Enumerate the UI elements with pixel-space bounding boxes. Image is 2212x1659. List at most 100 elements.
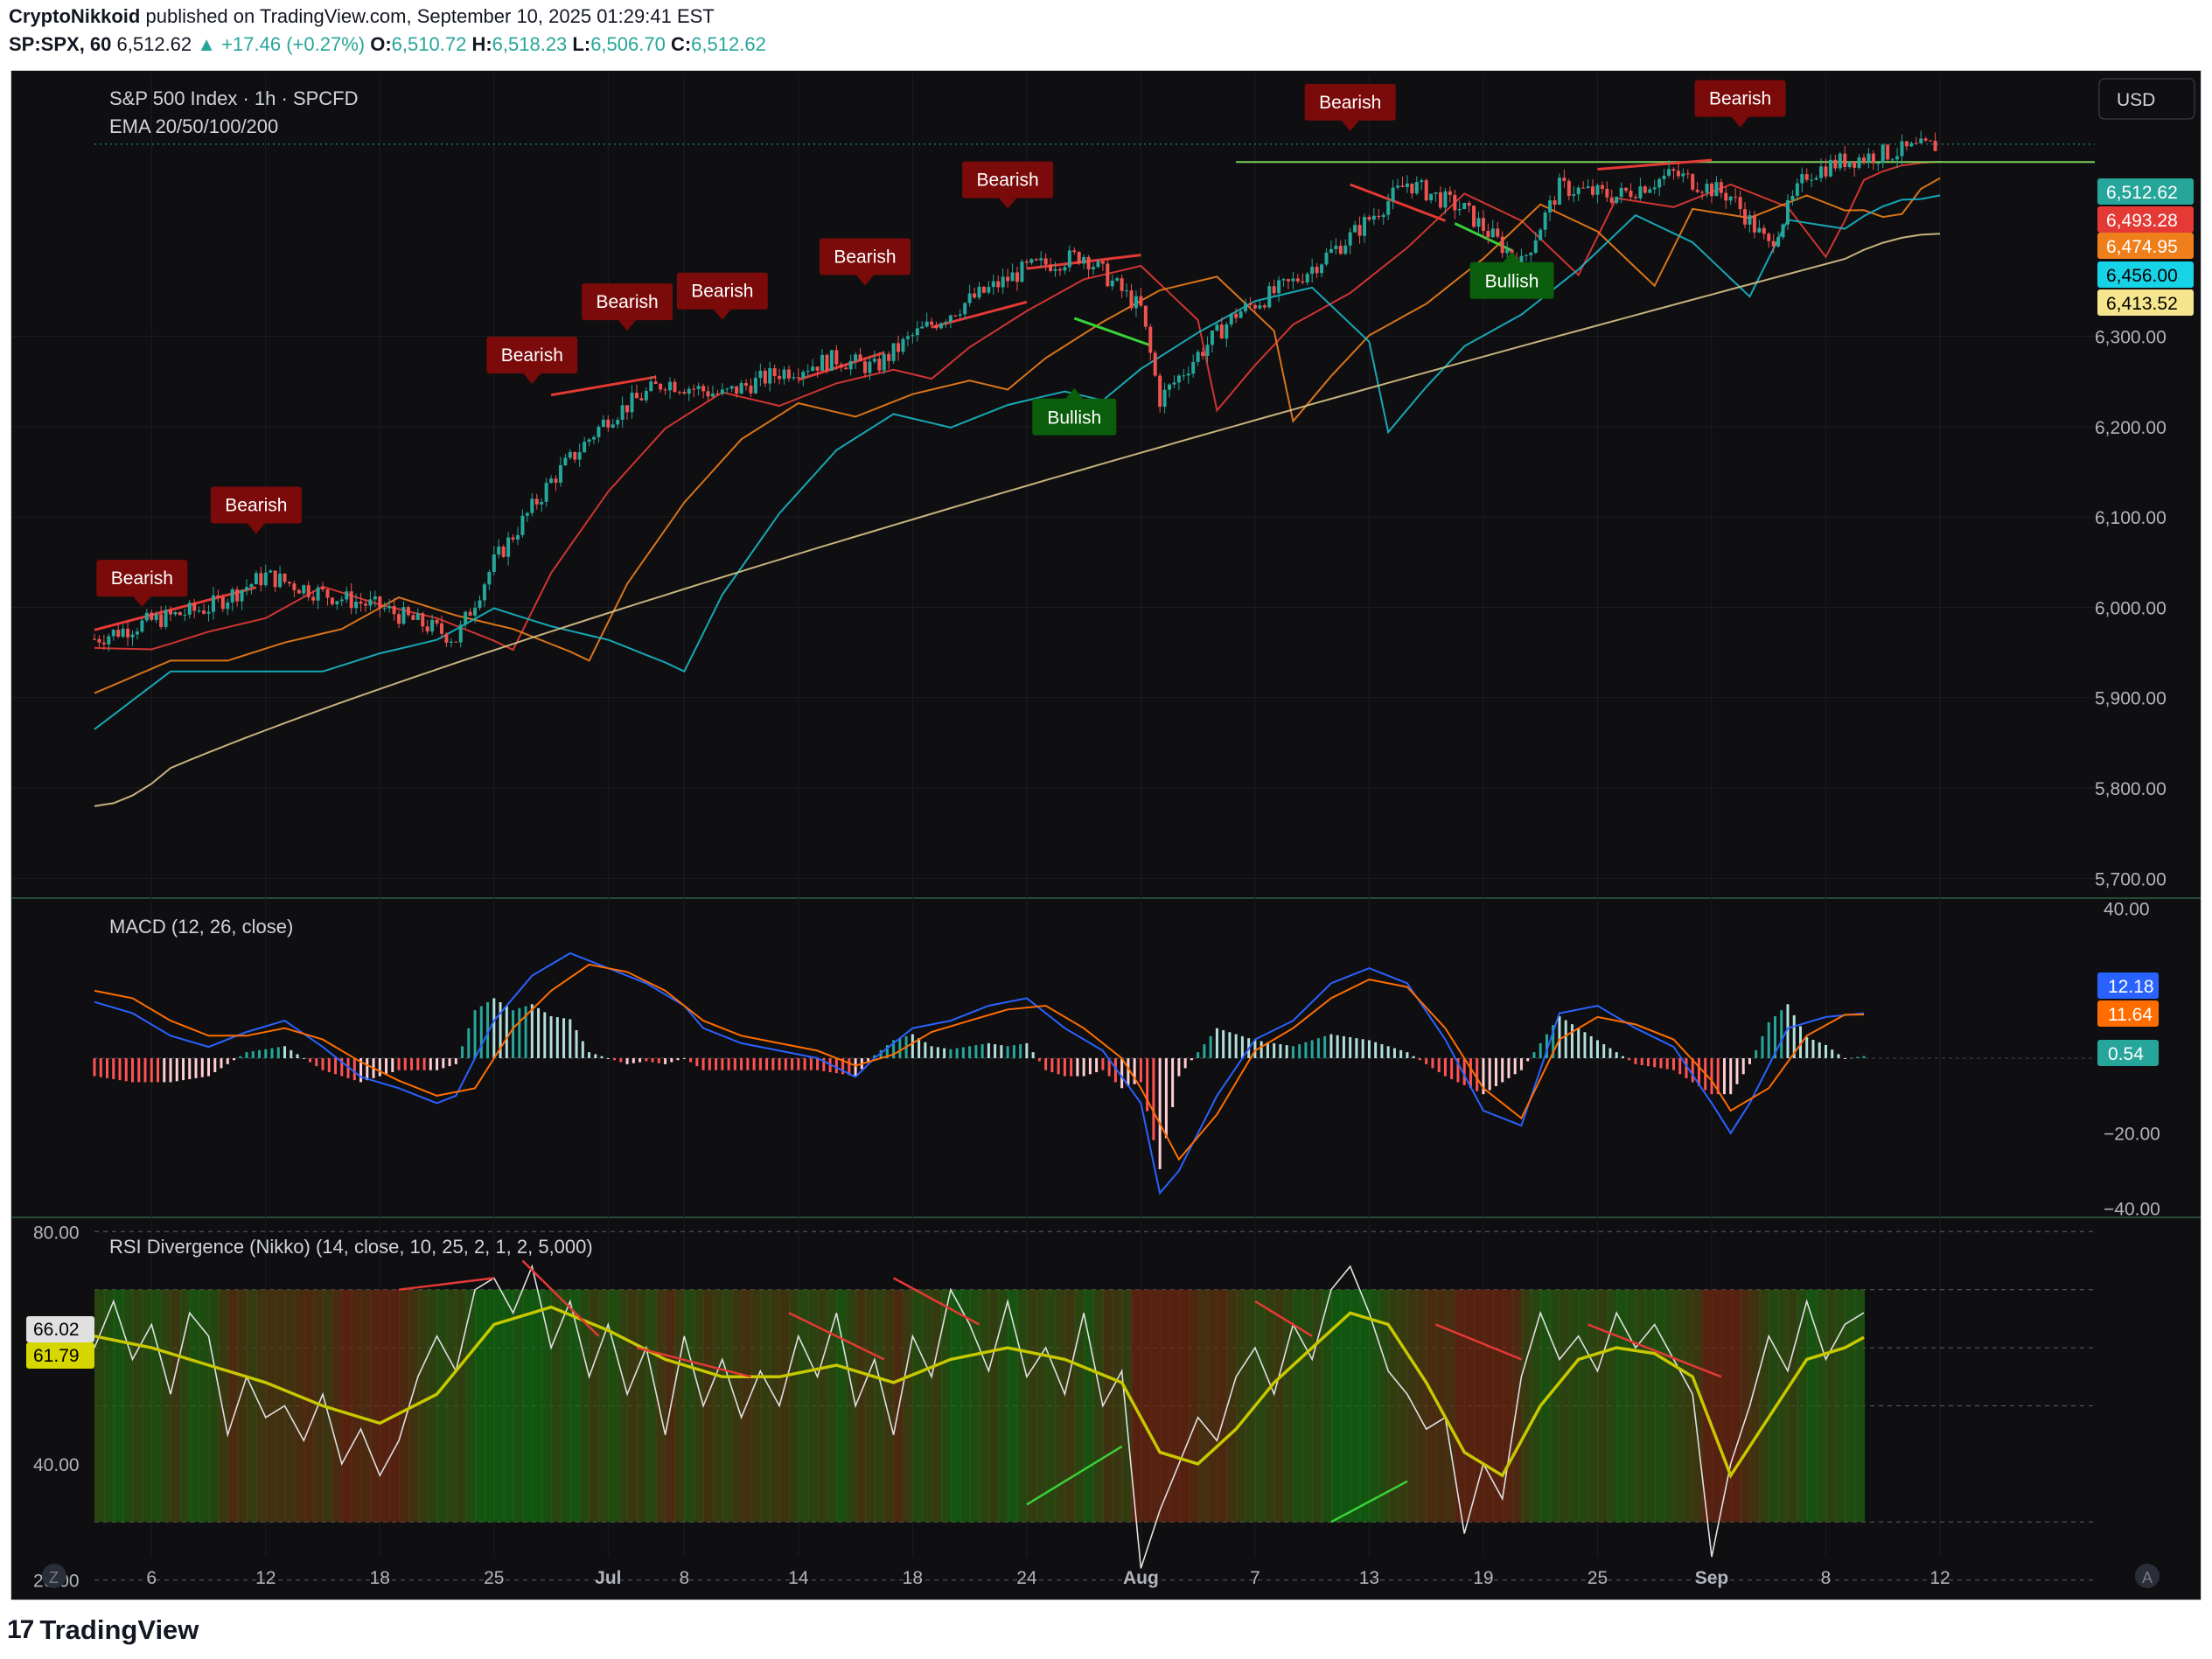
- macd-histogram-bar: [1209, 1035, 1212, 1058]
- macd-histogram-bar: [1539, 1042, 1542, 1058]
- candle-body: [563, 457, 568, 466]
- rsi-band-cell: [265, 1289, 276, 1523]
- bearish-signal: Bearish: [962, 161, 1054, 209]
- macd-histogram-bar: [194, 1058, 198, 1078]
- macd-histogram-bar: [1811, 1039, 1815, 1058]
- macd-histogram-bar: [1519, 1058, 1523, 1070]
- macd-histogram-bar: [1215, 1028, 1218, 1058]
- rsi-band-cell: [836, 1289, 848, 1523]
- candle-body: [1890, 159, 1895, 161]
- macd-histogram-bar: [200, 1058, 204, 1077]
- candle-body: [768, 367, 772, 384]
- rsi-band-cell: [1597, 1289, 1608, 1523]
- signal-text: Bullish: [1485, 272, 1539, 292]
- macd-histogram-bar: [175, 1058, 178, 1082]
- bearish-signal: Bearish: [1304, 83, 1396, 131]
- rsi-band-cell: [1141, 1289, 1152, 1523]
- rsi-band-cell: [864, 1289, 876, 1523]
- macd-histogram-bar: [1729, 1058, 1733, 1095]
- macd-histogram-bar: [461, 1046, 464, 1058]
- candle-body: [1129, 290, 1134, 309]
- macd-histogram-bar: [594, 1054, 597, 1058]
- macd-histogram-bar: [530, 1004, 534, 1058]
- rsi-band-cell: [1112, 1289, 1123, 1523]
- candle-body: [254, 573, 258, 585]
- candle-body: [639, 398, 644, 401]
- candle-body: [815, 366, 820, 371]
- ema-legend[interactable]: EMA 20/50/100/200: [109, 115, 278, 137]
- rsi-band-cell: [208, 1289, 220, 1523]
- candle-body: [306, 585, 311, 597]
- rsi-legend[interactable]: RSI Divergence (Nikko) (14, close, 10, 2…: [109, 1236, 593, 1258]
- macd-histogram-bar: [1031, 1052, 1035, 1058]
- time-tick-label: 18: [370, 1568, 390, 1588]
- candle-body: [1057, 268, 1062, 271]
- candle-body: [449, 641, 453, 643]
- rsi-band-cell: [199, 1289, 210, 1523]
- candle-body: [1785, 199, 1790, 225]
- candle-body: [1371, 215, 1376, 220]
- candle-body: [597, 427, 601, 437]
- candle-body: [673, 381, 677, 393]
- macd-histogram-bar: [930, 1046, 933, 1058]
- macd-histogram-bar: [961, 1047, 965, 1058]
- candle-body: [197, 610, 201, 612]
- chart-title[interactable]: S&P 500 Index · 1h · SPCFD: [109, 87, 359, 109]
- candle-body: [1867, 153, 1871, 163]
- candle-body: [868, 361, 872, 373]
- macd-histogram-bar: [1494, 1058, 1497, 1086]
- bearish-signal: Bearish: [486, 337, 578, 385]
- rsi-band-cell: [684, 1289, 695, 1523]
- macd-histogram-bar: [955, 1048, 959, 1058]
- candle-body: [435, 619, 439, 624]
- time-tick-label: 12: [1929, 1568, 1950, 1588]
- rsi-band-cell: [1664, 1289, 1675, 1523]
- candle-body: [687, 388, 691, 394]
- macd-tick-label: −40.00: [2104, 1199, 2160, 1219]
- macd-histogram-bar: [1101, 1058, 1105, 1070]
- macd-histogram-bar: [1418, 1058, 1421, 1061]
- candle-body: [1833, 159, 1838, 169]
- candle-body: [1353, 225, 1357, 233]
- macd-histogram-bar: [479, 1006, 483, 1058]
- candle-body: [1562, 178, 1567, 181]
- macd-histogram-bar: [118, 1058, 122, 1081]
- macd-histogram-bar: [701, 1058, 705, 1070]
- time-axis[interactable]: 6 12 18 25 Jul 8 14 18 24 Aug 7 13 19 25 Sep 8 12: [146, 1568, 1950, 1588]
- macd-histogram-bar: [143, 1058, 147, 1083]
- macd-histogram-bar: [588, 1052, 591, 1058]
- rsi-band-cell: [645, 1289, 657, 1523]
- footer-brand[interactable]: TradingView: [39, 1614, 199, 1646]
- candle-body: [354, 602, 359, 609]
- candle-body: [1914, 143, 1918, 144]
- candle-body: [1586, 186, 1590, 188]
- time-tick-label: 13: [1359, 1568, 1379, 1588]
- macd-legend[interactable]: MACD (12, 26, close): [109, 916, 293, 938]
- signal-text: Bearish: [834, 247, 896, 267]
- price-tick-label: 6,200.00: [2095, 418, 2167, 438]
- macd-histogram-bar: [1197, 1052, 1200, 1058]
- signal-text: Bearish: [111, 568, 173, 589]
- macd-histogram-bar: [276, 1047, 280, 1058]
- signal-text: Bearish: [1319, 93, 1381, 113]
- macd-histogram-bar: [302, 1058, 305, 1059]
- candle-body: [1244, 303, 1248, 312]
- chart-canvas[interactable]: Bearish Bearish Bearish Bearish Bearish Beari…: [0, 0, 2212, 1659]
- candle-body: [1281, 279, 1286, 281]
- macd-histogram-bar: [689, 1058, 693, 1063]
- candle-body: [1486, 231, 1490, 238]
- macd-histogram-bar: [778, 1058, 781, 1070]
- candle-body: [1134, 296, 1138, 309]
- candle-body: [792, 377, 796, 379]
- candle-body: [1400, 185, 1405, 187]
- rsi-band-cell: [1654, 1289, 1665, 1523]
- candle-body: [862, 361, 867, 373]
- candle-body: [478, 600, 482, 609]
- macd-histogram-bar: [1177, 1058, 1181, 1077]
- candle-body: [887, 353, 891, 361]
- currency-label: USD: [2117, 90, 2155, 110]
- candle-body: [515, 534, 520, 540]
- macd-histogram-bar: [403, 1058, 407, 1070]
- macd-histogram-bar: [1190, 1058, 1193, 1061]
- rsi-band-cell: [827, 1289, 838, 1523]
